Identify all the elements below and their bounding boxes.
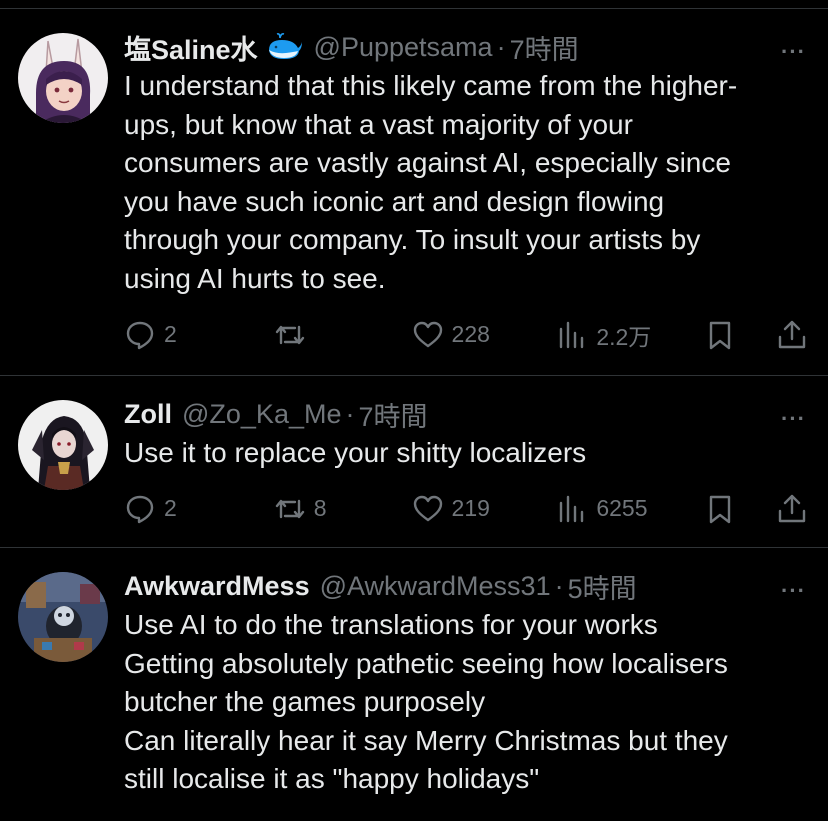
- tweet-text: Use it to replace your shitty localizers: [124, 437, 587, 468]
- tweet-header: Zoll @Zo_Ka_Me · 7時間: [124, 398, 808, 432]
- tweet-header: AwkwardMess @AwkwardMess31 · 5時間: [124, 570, 808, 604]
- timestamp[interactable]: 7時間: [510, 28, 579, 67]
- reply-icon: [126, 495, 154, 523]
- avatar[interactable]: [18, 572, 108, 662]
- tweet-text: Use AI to do the translations for your w…: [124, 609, 728, 795]
- tweet-content: 塩Saline水 @Puppetsama · 7時間 ··· I underst…: [124, 31, 808, 375]
- reply-button[interactable]: 2: [124, 493, 274, 525]
- action-bar: 2 228 2.2万: [124, 315, 808, 355]
- tweet-header: 塩Saline水 @Puppetsama · 7時間: [124, 31, 808, 65]
- retweet-icon: [275, 325, 304, 344]
- tweet-text: I understand that this likely came from …: [124, 70, 738, 294]
- user-handle[interactable]: @AwkwardMess31: [320, 571, 551, 602]
- retweet-button[interactable]: 8: [274, 493, 412, 525]
- separator-dot: ·: [345, 398, 355, 429]
- whale-icon: [266, 32, 304, 62]
- reply-icon: [126, 321, 154, 349]
- bookmark-button[interactable]: [704, 493, 776, 525]
- share-icon: [778, 494, 806, 522]
- avatar[interactable]: [18, 400, 108, 490]
- timeline-feed: 塩Saline水 @Puppetsama · 7時間 ··· I underst…: [0, 0, 828, 821]
- action-bar: 2 8 219 6255: [124, 489, 808, 529]
- timestamp[interactable]: 7時間: [358, 395, 427, 434]
- view-count: 6255: [596, 495, 648, 522]
- retweet-button[interactable]: [274, 319, 412, 351]
- like-button[interactable]: 219: [412, 493, 557, 525]
- avatar-image: [18, 572, 108, 662]
- separator-dot: ·: [496, 31, 506, 62]
- views-icon: [560, 495, 584, 522]
- user-handle[interactable]: @Puppetsama: [314, 32, 493, 63]
- tweet[interactable]: AwkwardMess @AwkwardMess31 · 5時間 ··· Use…: [0, 548, 828, 821]
- timestamp[interactable]: 5時間: [568, 567, 637, 606]
- share-button[interactable]: [776, 319, 808, 351]
- reply-button[interactable]: 2: [124, 319, 274, 351]
- view-count: 2.2万: [596, 323, 652, 350]
- display-name[interactable]: AwkwardMess: [124, 571, 310, 602]
- share-button[interactable]: [776, 493, 808, 525]
- bookmark-button[interactable]: [704, 319, 776, 351]
- avatar-image: [18, 400, 108, 490]
- more-options-icon[interactable]: ···: [781, 578, 806, 604]
- heart-icon: [413, 321, 442, 347]
- heart-icon: [413, 495, 442, 521]
- tweet[interactable]: Zoll @Zo_Ka_Me · 7時間 ··· Use it to repla…: [0, 376, 828, 548]
- like-count: 228: [451, 321, 490, 348]
- like-count: 219: [451, 495, 490, 522]
- display-name[interactable]: 塩Saline水: [124, 28, 258, 67]
- like-button[interactable]: 228: [412, 319, 557, 351]
- reply-count: 2: [164, 321, 177, 348]
- views-button[interactable]: 6255: [556, 493, 704, 525]
- display-name[interactable]: Zoll: [124, 399, 172, 430]
- views-icon: [560, 321, 584, 348]
- more-options-icon[interactable]: ···: [781, 406, 806, 432]
- bookmark-icon: [709, 321, 731, 349]
- share-icon: [778, 320, 806, 348]
- more-options-icon[interactable]: ···: [781, 39, 806, 65]
- tweet-content: Zoll @Zo_Ka_Me · 7時間 ··· Use it to repla…: [124, 398, 808, 547]
- user-handle[interactable]: @Zo_Ka_Me: [182, 399, 341, 430]
- avatar[interactable]: [18, 33, 108, 123]
- tweet-content: AwkwardMess @AwkwardMess31 · 5時間 ··· Use…: [124, 570, 808, 821]
- avatar-image: [18, 33, 108, 123]
- retweet-icon: [275, 499, 304, 518]
- reply-count: 2: [164, 495, 177, 522]
- bookmark-icon: [709, 495, 731, 523]
- retweet-count: 8: [313, 495, 327, 522]
- tweet[interactable]: 塩Saline水 @Puppetsama · 7時間 ··· I underst…: [0, 9, 828, 376]
- separator-dot: ·: [554, 570, 564, 601]
- divider: [0, 0, 828, 9]
- views-button[interactable]: 2.2万: [556, 318, 704, 352]
